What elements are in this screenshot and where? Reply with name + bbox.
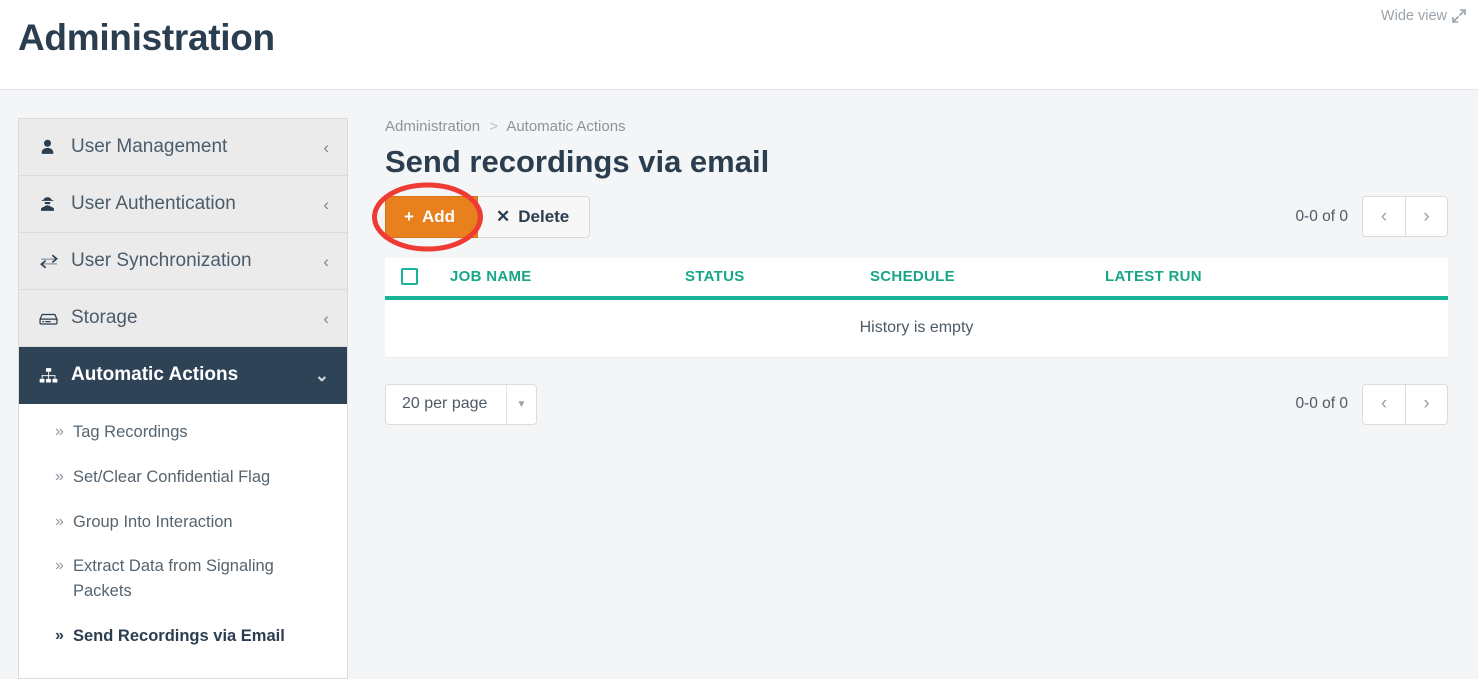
sidebar-item-automatic-actions[interactable]: Automatic Actions ⌄ — [19, 347, 347, 404]
wide-view-label: Wide view — [1380, 8, 1447, 24]
per-page-select[interactable]: 20 per page ▼ — [385, 383, 537, 425]
top-header-bar: Administration Wide view — [0, 0, 1478, 90]
chevron-left-icon: ‹ — [323, 308, 329, 328]
breadcrumb-item-automatic-actions[interactable]: Automatic Actions — [506, 118, 625, 135]
pagination-top: 0-0 of 0 ‹ › — [1295, 196, 1448, 238]
caret-down-icon[interactable]: ▼ — [506, 384, 536, 424]
sidebar-subitem-group-into-interaction[interactable]: » Group Into Interaction — [19, 500, 347, 545]
pagination-count: 0-0 of 0 — [1295, 395, 1348, 413]
sidebar-menu-group: User Management ‹ User Authentication ‹ — [18, 118, 348, 404]
chevron-right-icon: › — [1423, 205, 1430, 227]
sidebar-subitem-label: Extract Data from Signaling Packets — [73, 557, 274, 600]
sidebar-item-user-management[interactable]: User Management ‹ — [19, 119, 347, 176]
table-header-row: JOB NAME STATUS SCHEDULE LATEST RUN — [385, 258, 1448, 300]
sidebar-item-label: Automatic Actions — [71, 364, 239, 385]
sidebar-item-label: User Management — [71, 136, 228, 157]
column-header-schedule[interactable]: SCHEDULE — [870, 268, 1105, 285]
delete-button[interactable]: ✕ Delete — [477, 195, 591, 238]
pagination-bottom: 0-0 of 0 ‹ › — [1295, 383, 1448, 425]
wide-view-toggle[interactable]: Wide view — [1381, 8, 1466, 24]
toolbar-button-group: + Add ✕ Delete — [372, 182, 591, 252]
sidebar-item-storage[interactable]: Storage ‹ — [19, 290, 347, 347]
checkbox-unchecked-icon[interactable] — [401, 268, 418, 286]
expand-arrow-icon — [1452, 9, 1466, 23]
chevron-left-icon: ‹ — [323, 251, 329, 271]
sidebar-subitem-tag-recordings[interactable]: » Tag Recordings — [19, 410, 347, 455]
breadcrumb-separator: > — [489, 118, 498, 135]
chevron-left-icon: ‹ — [1380, 393, 1388, 415]
delete-button-label: Delete — [518, 206, 570, 226]
column-header-job-name[interactable]: JOB NAME — [450, 268, 685, 285]
sidebar-item-user-synchronization[interactable]: User Synchronization ‹ — [19, 233, 347, 290]
main-content: Administration > Automatic Actions Send … — [372, 118, 1448, 425]
sidebar-subitem-set-clear-confidential-flag[interactable]: » Set/Clear Confidential Flag — [19, 455, 347, 500]
sidebar-subitem-label: Group Into Interaction — [73, 512, 233, 531]
column-header-latest-run[interactable]: LATEST RUN — [1105, 268, 1448, 285]
sidebar-item-label: User Synchronization — [71, 250, 252, 271]
double-chevron-icon: » — [55, 512, 64, 530]
table-footer-controls: 20 per page ▼ 0-0 of 0 ‹ › — [385, 383, 1448, 425]
double-chevron-icon: » — [55, 626, 64, 644]
user-icon — [39, 139, 67, 156]
select-all-cell — [385, 268, 450, 286]
pagination-buttons: ‹ › — [1362, 383, 1448, 425]
sidebar-item-label: Storage — [71, 307, 138, 328]
chevron-left-icon: ‹ — [1380, 205, 1388, 227]
sidebar-item-label: User Authentication — [71, 193, 236, 214]
per-page-value: 20 per page — [402, 395, 488, 413]
column-header-status[interactable]: STATUS — [685, 268, 870, 285]
exchange-icon — [39, 253, 67, 270]
sidebar-subitem-extract-data-from-signaling-packets[interactable]: » Extract Data from Signaling Packets — [19, 544, 347, 614]
sidebar-subitem-label: Set/Clear Confidential Flag — [73, 467, 271, 486]
sidebar-subitem-label: Tag Recordings — [73, 423, 188, 441]
hdd-icon — [39, 310, 67, 327]
sidebar-submenu: » Tag Recordings » Set/Clear Confidentia… — [18, 404, 348, 679]
sidebar-subitem-label: Send Recordings via Email — [73, 626, 285, 645]
pagination-buttons: ‹ › — [1362, 196, 1448, 238]
page-title: Administration — [18, 17, 275, 58]
times-icon: ✕ — [495, 207, 511, 227]
toolbar-row: + Add ✕ Delete 0-0 of 0 ‹ › — [372, 182, 1448, 252]
double-chevron-icon: » — [55, 557, 64, 575]
jobs-table: JOB NAME STATUS SCHEDULE LATEST RUN Hist… — [385, 257, 1448, 358]
sitemap-icon — [39, 367, 67, 384]
breadcrumb-item-administration[interactable]: Administration — [385, 118, 480, 135]
chevron-left-icon: ‹ — [323, 137, 329, 157]
chevron-right-icon: › — [1423, 393, 1430, 415]
add-button[interactable]: + Add — [385, 195, 478, 238]
sidebar-subitem-send-recordings-via-email[interactable]: » Send Recordings via Email — [19, 614, 347, 659]
breadcrumb: Administration > Automatic Actions — [385, 118, 1448, 135]
previous-page-button[interactable]: ‹ — [1362, 196, 1405, 238]
next-page-button[interactable]: › — [1405, 383, 1448, 425]
double-chevron-icon: » — [55, 423, 64, 440]
user-secret-icon — [39, 196, 67, 213]
sidebar-item-user-authentication[interactable]: User Authentication ‹ — [19, 176, 347, 233]
add-button-label: Add — [421, 206, 455, 226]
chevron-left-icon: ‹ — [323, 194, 329, 214]
chevron-down-icon: ⌄ — [314, 365, 329, 385]
sidebar-nav: User Management ‹ User Authentication ‹ — [18, 118, 348, 679]
plus-icon: + — [404, 207, 414, 227]
next-page-button[interactable]: › — [1405, 196, 1448, 238]
table-empty-message: History is empty — [385, 300, 1448, 358]
double-chevron-icon: » — [55, 467, 64, 485]
content-title: Send recordings via email — [385, 144, 770, 179]
previous-page-button[interactable]: ‹ — [1362, 383, 1405, 425]
pagination-count: 0-0 of 0 — [1295, 207, 1348, 225]
